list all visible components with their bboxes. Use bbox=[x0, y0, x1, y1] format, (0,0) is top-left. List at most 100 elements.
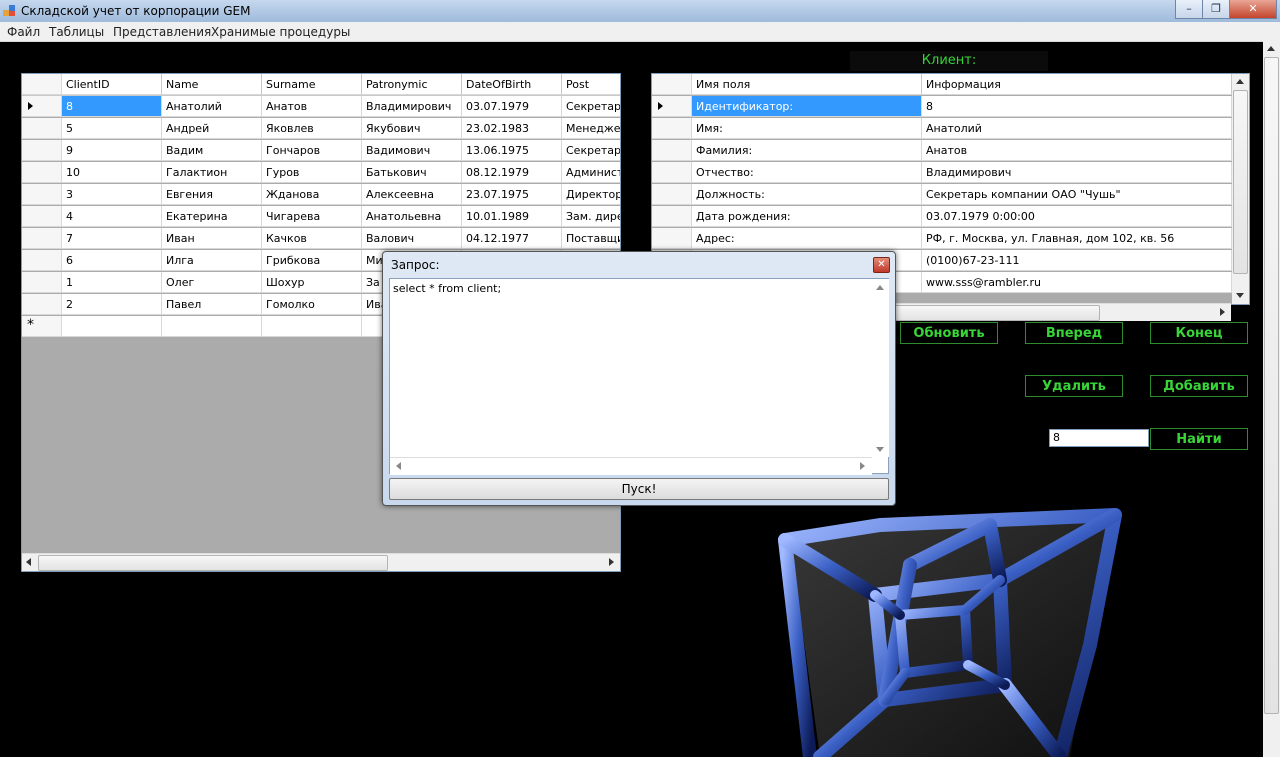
query-text[interactable]: select * from client; bbox=[393, 282, 501, 295]
table-cell[interactable]: 9 bbox=[62, 140, 162, 161]
column-header[interactable]: Surname bbox=[262, 74, 362, 95]
row-header[interactable] bbox=[22, 294, 62, 315]
column-header[interactable]: Информация bbox=[922, 74, 1232, 95]
table-cell[interactable]: Директор bbox=[562, 184, 620, 205]
table-cell[interactable]: (0100)67-23-111 bbox=[922, 250, 1232, 271]
scroll-left-icon[interactable] bbox=[26, 558, 31, 566]
table-cell[interactable]: Иван bbox=[162, 228, 262, 249]
clients-hscroll-thumb[interactable] bbox=[38, 555, 388, 571]
close-button[interactable]: ✕ bbox=[1229, 0, 1277, 19]
row-header[interactable] bbox=[652, 96, 692, 117]
run-query-button[interactable]: Пуск! bbox=[389, 478, 889, 500]
table-cell[interactable]: Анатольевна bbox=[362, 206, 462, 227]
table-cell[interactable]: Менеджер bbox=[562, 118, 620, 139]
table-cell[interactable]: Зам. дирек bbox=[562, 206, 620, 227]
table-cell[interactable]: 03.07.1979 0:00:00 bbox=[922, 206, 1232, 227]
clients-hscrollbar[interactable] bbox=[22, 553, 620, 571]
table-cell[interactable]: 2 bbox=[62, 294, 162, 315]
table-cell[interactable]: Анатов bbox=[262, 96, 362, 117]
row-header[interactable] bbox=[652, 206, 692, 227]
menu-stored-procedures[interactable]: Хранимые процедуры bbox=[211, 25, 350, 39]
scroll-down-icon[interactable] bbox=[1236, 293, 1244, 298]
dialog-close-icon[interactable]: ✕ bbox=[873, 257, 890, 273]
table-cell[interactable]: 13.06.1975 bbox=[462, 140, 562, 161]
table-cell[interactable]: 7 bbox=[62, 228, 162, 249]
scroll-right-icon[interactable] bbox=[609, 558, 614, 566]
clients-grid-corner[interactable] bbox=[22, 74, 62, 95]
column-header[interactable]: DateOfBirth bbox=[462, 74, 562, 95]
table-cell[interactable]: Анатолий bbox=[922, 118, 1232, 139]
table-cell[interactable]: Илга bbox=[162, 250, 262, 271]
row-header[interactable] bbox=[652, 140, 692, 161]
table-cell[interactable]: Отчество: bbox=[692, 162, 922, 183]
table-cell[interactable]: Администр bbox=[562, 162, 620, 183]
table-cell[interactable]: 5 bbox=[62, 118, 162, 139]
table-cell[interactable]: Поставщик bbox=[562, 228, 620, 249]
table-cell[interactable]: РФ, г. Москва, ул. Главная, дом 102, кв.… bbox=[922, 228, 1232, 249]
table-cell[interactable]: Жданова bbox=[262, 184, 362, 205]
table-cell[interactable]: Идентификатор: bbox=[692, 96, 922, 117]
find-button[interactable]: Найти bbox=[1150, 428, 1248, 450]
refresh-button[interactable]: Обновить bbox=[900, 322, 998, 344]
table-cell[interactable]: Павел bbox=[162, 294, 262, 315]
table-cell[interactable]: Грибкова bbox=[262, 250, 362, 271]
scroll-right-icon[interactable] bbox=[1220, 308, 1225, 316]
table-cell[interactable]: Олег bbox=[162, 272, 262, 293]
table-cell[interactable]: 10.01.1989 bbox=[462, 206, 562, 227]
delete-button[interactable]: Удалить bbox=[1025, 375, 1123, 397]
table-cell[interactable]: Галактион bbox=[162, 162, 262, 183]
scroll-up-icon[interactable] bbox=[876, 285, 884, 290]
table-cell[interactable]: Гомолко bbox=[262, 294, 362, 315]
new-row-cell[interactable] bbox=[162, 316, 262, 337]
table-cell[interactable]: Владимирович bbox=[922, 162, 1232, 183]
new-row-header[interactable]: * bbox=[22, 316, 62, 337]
table-cell[interactable]: 4 bbox=[62, 206, 162, 227]
row-header[interactable] bbox=[22, 140, 62, 161]
table-cell[interactable]: 23.07.1975 bbox=[462, 184, 562, 205]
table-cell[interactable]: Имя: bbox=[692, 118, 922, 139]
new-row-cell[interactable] bbox=[262, 316, 362, 337]
table-cell[interactable]: Чигарева bbox=[262, 206, 362, 227]
row-header[interactable] bbox=[22, 162, 62, 183]
table-cell[interactable]: 10 bbox=[62, 162, 162, 183]
row-header[interactable] bbox=[652, 228, 692, 249]
table-cell[interactable]: Фамилия: bbox=[692, 140, 922, 161]
table-cell[interactable]: 3 bbox=[62, 184, 162, 205]
scroll-left-icon[interactable] bbox=[396, 462, 401, 470]
row-header[interactable] bbox=[22, 228, 62, 249]
row-header[interactable] bbox=[652, 162, 692, 183]
table-cell[interactable]: 08.12.1979 bbox=[462, 162, 562, 183]
restore-button[interactable]: ❐ bbox=[1202, 0, 1230, 19]
query-vscrollbar[interactable] bbox=[872, 279, 889, 457]
new-row-cell[interactable] bbox=[62, 316, 162, 337]
table-cell[interactable]: Вадим bbox=[162, 140, 262, 161]
table-cell[interactable]: Анатов bbox=[922, 140, 1232, 161]
table-cell[interactable]: Екатерина bbox=[162, 206, 262, 227]
table-cell[interactable]: Анатолий bbox=[162, 96, 262, 117]
column-header[interactable]: Patronymic bbox=[362, 74, 462, 95]
table-cell[interactable]: Секретарь bbox=[562, 96, 620, 117]
query-textarea[interactable]: select * from client; bbox=[389, 278, 889, 475]
table-cell[interactable]: Гончаров bbox=[262, 140, 362, 161]
table-cell[interactable]: Батькович bbox=[362, 162, 462, 183]
table-cell[interactable]: 23.02.1983 bbox=[462, 118, 562, 139]
details-vscroll-thumb[interactable] bbox=[1233, 90, 1248, 274]
table-cell[interactable]: Якубович bbox=[362, 118, 462, 139]
table-cell[interactable]: 1 bbox=[62, 272, 162, 293]
window-vscrollbar[interactable] bbox=[1263, 41, 1280, 757]
table-cell[interactable]: Должность: bbox=[692, 184, 922, 205]
details-vscrollbar[interactable] bbox=[1232, 74, 1249, 304]
column-header[interactable]: Имя поля bbox=[692, 74, 922, 95]
row-header[interactable] bbox=[652, 184, 692, 205]
scroll-right-icon[interactable] bbox=[860, 462, 865, 470]
table-cell[interactable]: Валович bbox=[362, 228, 462, 249]
add-button[interactable]: Добавить bbox=[1150, 375, 1248, 397]
table-cell[interactable]: Евгения bbox=[162, 184, 262, 205]
row-header[interactable] bbox=[22, 206, 62, 227]
table-cell[interactable]: Адрес: bbox=[692, 228, 922, 249]
table-cell[interactable]: Алексеевна bbox=[362, 184, 462, 205]
end-button[interactable]: Конец bbox=[1150, 322, 1248, 344]
table-cell[interactable]: Вадимович bbox=[362, 140, 462, 161]
query-hscrollbar[interactable] bbox=[390, 457, 872, 475]
table-cell[interactable]: Гуров bbox=[262, 162, 362, 183]
